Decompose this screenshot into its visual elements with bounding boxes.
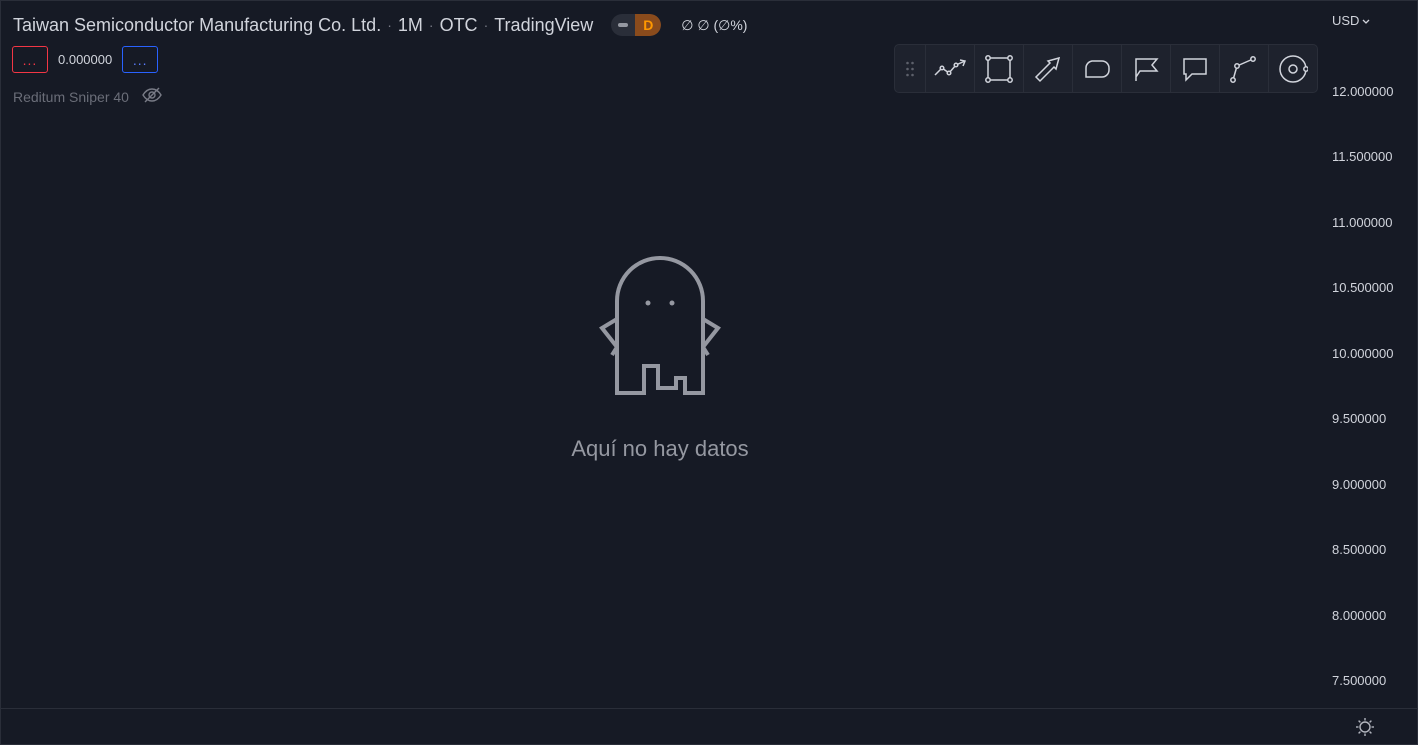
separator: ·	[483, 17, 489, 33]
study-input-button-blue[interactable]: ...	[122, 46, 159, 73]
time-scale[interactable]	[1, 708, 1319, 745]
ohlc-values: ∅ ∅ (∅%)	[681, 16, 748, 33]
price-tick: 10.000000	[1332, 346, 1394, 361]
data-source: TradingView	[494, 14, 594, 35]
price-tick: 12.000000	[1332, 84, 1394, 99]
eye-off-icon[interactable]	[141, 86, 163, 107]
ghost-icon	[590, 256, 730, 405]
callout-icon[interactable]	[1073, 45, 1122, 92]
arrow-icon[interactable]	[1024, 45, 1073, 92]
study-value: 0.000000	[58, 52, 113, 67]
price-tick: 9.500000	[1332, 411, 1387, 426]
study-input-button-red[interactable]: ...	[12, 46, 48, 73]
mode-badge: D	[635, 14, 662, 36]
cursor-circle-icon[interactable]	[1269, 45, 1317, 92]
interval[interactable]: 1M	[398, 15, 423, 36]
rectangle-icon[interactable]	[975, 45, 1024, 92]
price-tick: 7.500000	[1332, 673, 1387, 688]
exchange: OTC	[439, 14, 478, 35]
flag-icon[interactable]	[1122, 45, 1171, 92]
comment-icon[interactable]	[1171, 45, 1220, 92]
symbol-name[interactable]: Taiwan Semiconductor Manufacturing Co. L…	[13, 15, 381, 36]
drawing-toolbar	[894, 44, 1318, 93]
currency-selector[interactable]: USD	[1332, 13, 1370, 28]
scale-corner	[1319, 708, 1418, 745]
price-scale[interactable]: USD 12.000000 11.500000 11.000000 10.500…	[1319, 1, 1418, 708]
price-tick: 8.000000	[1332, 608, 1387, 623]
indicator-name[interactable]: Reditum Sniper 40	[13, 89, 129, 105]
empty-message: Aquí no hay datos	[571, 436, 749, 461]
price-tick: 10.500000	[1332, 280, 1394, 295]
study-legend: ... 0.000000 ...	[12, 46, 159, 73]
price-tick: 11.500000	[1332, 149, 1393, 164]
empty-state: Aquí no hay datos	[560, 251, 760, 462]
chart-pane[interactable]: Taiwan Semiconductor Manufacturing Co. L…	[1, 1, 1319, 708]
settings-gear-icon[interactable]	[1355, 717, 1375, 742]
market-mode-toggle[interactable]: D	[611, 14, 662, 36]
path-icon[interactable]	[1220, 45, 1269, 92]
price-tick: 9.000000	[1332, 477, 1387, 492]
currency-label: USD	[1332, 13, 1360, 28]
chart-window: Taiwan Semiconductor Manufacturing Co. L…	[0, 0, 1418, 745]
price-tick: 8.500000	[1332, 542, 1387, 557]
drag-handle-icon[interactable]	[895, 45, 926, 92]
legend: Taiwan Semiconductor Manufacturing Co. L…	[13, 14, 747, 36]
indicator-legend: Reditum Sniper 40	[13, 86, 163, 107]
price-tick: 11.000000	[1332, 215, 1393, 230]
minus-icon	[611, 14, 635, 36]
separator: ·	[387, 17, 392, 33]
separator: ·	[428, 17, 434, 33]
trend-line-icon[interactable]	[926, 45, 975, 92]
chevron-down-icon	[1362, 13, 1370, 28]
